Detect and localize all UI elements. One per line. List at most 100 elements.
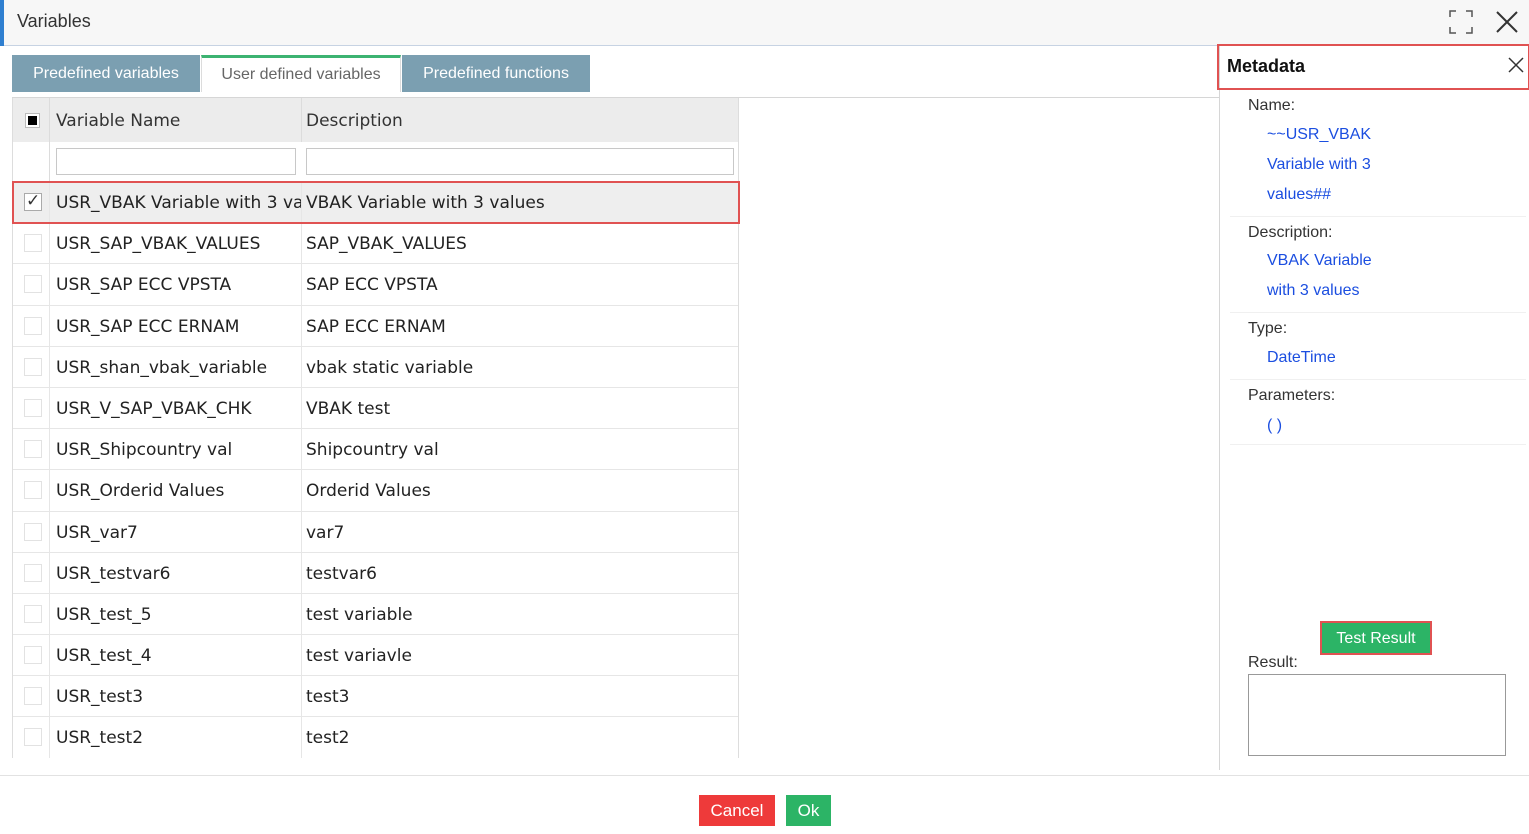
cell-description: SAP ECC ERNAM <box>306 316 446 337</box>
filter-separator <box>49 142 50 182</box>
row-checkbox[interactable]: ✓ <box>24 191 42 211</box>
metadata-close-icon[interactable] <box>1507 56 1525 74</box>
header-separator <box>301 98 302 142</box>
cell-variable-name: USR_SAP_VBAK_VALUES <box>56 234 261 255</box>
row-checkbox[interactable] <box>24 481 42 500</box>
metadata-separator <box>1230 444 1526 445</box>
table-row[interactable]: USR_test_4 test variavle <box>13 635 738 677</box>
column-header-variable-name[interactable]: Variable Name <box>56 111 180 131</box>
row-checkbox[interactable] <box>24 316 42 335</box>
filter-row <box>13 142 738 182</box>
cell-separator <box>301 182 302 223</box>
title-bar: Variables <box>0 0 1529 46</box>
metadata-header: Metadata <box>1217 44 1529 90</box>
metadata-panel: Metadata Name: ~~USR_VBAK Variable with … <box>1217 44 1529 770</box>
table-row[interactable]: USR_shan_vbak_variable vbak static variab… <box>13 346 738 388</box>
cell-variable-name: USR_test_5 <box>56 604 152 625</box>
select-all-checkbox[interactable] <box>25 113 40 128</box>
cell-separator <box>301 635 302 677</box>
tab-user-defined-variables[interactable]: User defined variables <box>201 55 401 92</box>
tab-predefined-variables[interactable]: Predefined variables <box>12 55 200 92</box>
row-checkbox[interactable] <box>24 398 42 417</box>
cell-variable-name: USR_Orderid Values <box>56 481 225 502</box>
cell-separator <box>49 470 50 512</box>
table-row[interactable]: USR_SAP ECC VPSTA SAP ECC VPSTA <box>13 264 738 306</box>
cell-separator <box>49 717 50 758</box>
cell-separator <box>49 182 50 223</box>
cell-variable-name: USR_var7 <box>56 522 138 543</box>
table-row[interactable]: USR_SAP_VBAK_VALUES SAP_VBAK_VALUES <box>13 223 738 265</box>
description-value-line: VBAK Variable <box>1267 252 1372 269</box>
variables-grid: Variable Name Description ✓ USR_VBAK Vari… <box>12 98 739 758</box>
cell-separator <box>301 429 302 471</box>
type-value: DateTime <box>1267 349 1336 366</box>
cell-separator <box>49 223 50 265</box>
cell-description: test2 <box>306 728 350 749</box>
row-checkbox[interactable] <box>24 687 42 706</box>
cell-separator <box>49 264 50 306</box>
cell-variable-name: USR_testvar6 <box>56 563 171 584</box>
cell-separator <box>49 511 50 553</box>
description-filter-input[interactable] <box>306 148 734 175</box>
table-row[interactable]: USR_V_SAP_VBAK_CHK VBAK test <box>13 387 738 430</box>
tab-predefined-functions[interactable]: Predefined functions <box>402 55 590 92</box>
row-checkbox[interactable] <box>24 646 42 665</box>
maximize-icon[interactable] <box>1447 8 1475 36</box>
name-label: Name: <box>1248 97 1296 114</box>
cell-variable-name: USR_Shipcountry val <box>56 440 233 461</box>
checkmark-icon: ✓ <box>26 191 41 210</box>
cell-separator <box>49 346 50 388</box>
cancel-button[interactable]: Cancel <box>699 795 775 826</box>
table-row[interactable]: USR_Orderid Values Orderid Values <box>13 470 738 512</box>
grid-rows: ✓ USR_VBAK Variable with 3 valuesVBAK Var… <box>13 182 738 758</box>
table-row[interactable]: USR_test_5 test variable <box>13 593 738 636</box>
parameters-value: ( ) <box>1267 417 1283 434</box>
metadata-separator <box>1230 379 1526 380</box>
table-row[interactable]: ✓ USR_VBAK Variable with 3 valuesVBAK Var… <box>13 182 738 224</box>
metadata-separator <box>1230 312 1526 313</box>
table-row[interactable]: USR_testvar6 testvar6 <box>13 552 738 594</box>
cell-description: VBAK Variable with 3 values <box>306 193 545 213</box>
result-label: Result: <box>1248 654 1298 671</box>
row-checkbox[interactable] <box>24 604 42 623</box>
cell-description: testvar6 <box>306 563 377 584</box>
result-output[interactable] <box>1248 674 1506 756</box>
table-row[interactable]: USR_test3 test3 <box>13 676 738 718</box>
cell-separator <box>301 264 302 306</box>
cell-description: vbak static variable <box>306 357 474 378</box>
row-checkbox[interactable] <box>24 234 42 253</box>
cell-separator <box>301 305 302 347</box>
row-checkbox[interactable] <box>24 522 42 541</box>
dialog-title: Variables <box>17 11 91 31</box>
cell-separator <box>301 552 302 594</box>
table-row[interactable]: USR_Shipcountry val Shipcountry val <box>13 429 738 471</box>
cell-separator <box>49 676 50 718</box>
row-checkbox[interactable] <box>24 563 42 582</box>
metadata-separator <box>1230 216 1526 217</box>
row-checkbox[interactable] <box>24 440 42 459</box>
row-checkbox[interactable] <box>24 275 42 294</box>
cell-separator <box>301 223 302 265</box>
cell-variable-name: USR_shan_vbak_variable <box>56 357 268 378</box>
cell-separator <box>49 593 50 635</box>
table-row[interactable]: USR_test2 test2 <box>13 717 738 758</box>
name-filter-input[interactable] <box>56 148 296 175</box>
name-value-line: Variable with 3 <box>1267 156 1371 173</box>
row-checkbox[interactable] <box>24 357 42 376</box>
grid-header: Variable Name Description <box>13 98 738 142</box>
cell-separator <box>301 717 302 758</box>
column-header-description[interactable]: Description <box>306 111 403 131</box>
description-value-line: with 3 values <box>1267 282 1360 299</box>
name-value-line: values## <box>1267 186 1332 203</box>
close-icon[interactable] <box>1493 8 1521 36</box>
table-row[interactable]: USR_SAP ECC ERNAM SAP ECC ERNAM <box>13 305 738 347</box>
table-row[interactable]: USR_var7 var7 <box>13 511 738 553</box>
footer-divider <box>0 775 1529 776</box>
cell-description: test variavle <box>306 646 412 667</box>
cell-variable-name: USR_test2 <box>56 728 144 749</box>
ok-button[interactable]: Ok <box>786 795 831 826</box>
test-result-button[interactable]: Test Result <box>1320 621 1432 655</box>
row-checkbox[interactable] <box>24 728 42 747</box>
cell-separator <box>301 387 302 429</box>
cell-variable-name: USR_SAP ECC VPSTA <box>56 275 232 296</box>
